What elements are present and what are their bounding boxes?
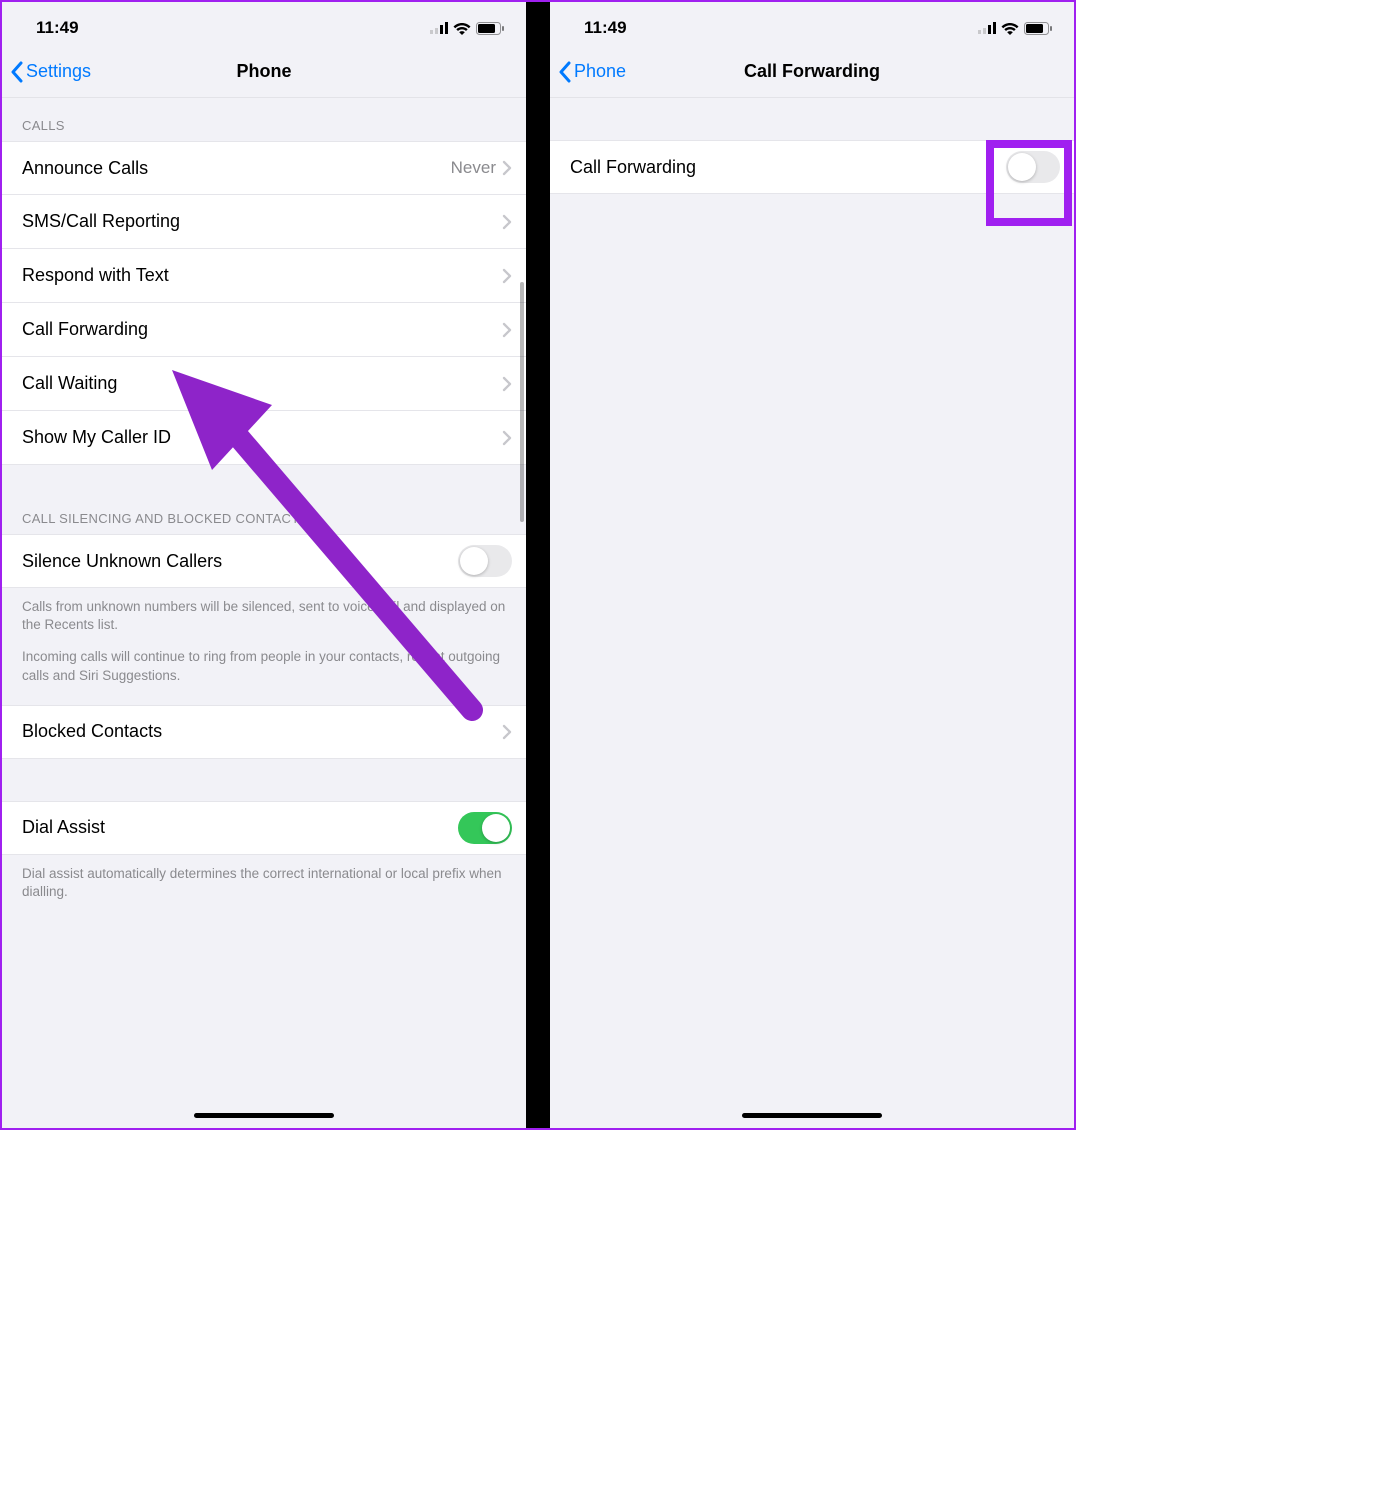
back-label: Settings — [26, 61, 91, 82]
status-bar: 11:49 — [2, 2, 526, 46]
row-announce-calls[interactable]: Announce Calls Never — [2, 141, 526, 195]
row-silence-unknown-callers[interactable]: Silence Unknown Callers — [2, 534, 526, 588]
chevron-right-icon — [502, 376, 512, 392]
group-header-calls: CALLS — [2, 98, 526, 141]
row-call-waiting[interactable]: Call Waiting — [2, 357, 526, 411]
row-call-forwarding[interactable]: Call Forwarding — [2, 303, 526, 357]
status-icons — [978, 22, 1052, 35]
chevron-left-icon — [558, 61, 572, 83]
scrollbar[interactable] — [520, 282, 524, 522]
row-label: Respond with Text — [22, 265, 169, 286]
cellular-signal-icon — [430, 22, 448, 34]
row-label: Call Waiting — [22, 373, 117, 394]
status-bar: 11:49 — [550, 2, 1074, 46]
group-header-silencing: CALL SILENCING AND BLOCKED CONTACTS — [2, 465, 526, 534]
chevron-right-icon — [502, 160, 512, 176]
toggle-silence-unknown[interactable] — [458, 545, 512, 577]
battery-icon — [476, 22, 504, 35]
wifi-icon — [453, 22, 471, 35]
row-value: Never — [451, 158, 502, 178]
row-show-my-caller-id[interactable]: Show My Caller ID — [2, 411, 526, 465]
chevron-left-icon — [10, 61, 24, 83]
status-icons — [430, 22, 504, 35]
row-label: Dial Assist — [22, 817, 105, 838]
row-label: Call Forwarding — [22, 319, 148, 340]
chevron-right-icon — [502, 322, 512, 338]
nav-bar: Phone Call Forwarding — [550, 46, 1074, 98]
row-respond-with-text[interactable]: Respond with Text — [2, 249, 526, 303]
cellular-signal-icon — [978, 22, 996, 34]
row-label: Announce Calls — [22, 158, 148, 179]
group-footer-silence-2: Incoming calls will continue to ring fro… — [2, 634, 526, 694]
group-footer-silence-1: Calls from unknown numbers will be silen… — [2, 588, 526, 634]
annotation-highlight — [986, 140, 1072, 226]
nav-bar: Settings Phone — [2, 46, 526, 98]
toggle-dial-assist[interactable] — [458, 812, 512, 844]
nav-title: Call Forwarding — [550, 61, 1074, 82]
back-label: Phone — [574, 61, 626, 82]
home-indicator[interactable] — [742, 1113, 882, 1118]
back-button[interactable]: Settings — [10, 61, 91, 83]
row-label: Show My Caller ID — [22, 427, 171, 448]
chevron-right-icon — [502, 724, 512, 740]
row-sms-call-reporting[interactable]: SMS/Call Reporting — [2, 195, 526, 249]
status-time: 11:49 — [36, 18, 79, 38]
status-time: 11:49 — [584, 18, 627, 38]
row-dial-assist[interactable]: Dial Assist — [2, 801, 526, 855]
call-forwarding-screen: 11:49 Phone Call Forwarding Call Forward… — [550, 2, 1074, 1128]
chevron-right-icon — [502, 268, 512, 284]
wifi-icon — [1001, 22, 1019, 35]
group-footer-dial-assist: Dial assist automatically determines the… — [2, 855, 526, 901]
row-blocked-contacts[interactable]: Blocked Contacts — [2, 705, 526, 759]
chevron-right-icon — [502, 214, 512, 230]
home-indicator[interactable] — [194, 1113, 334, 1118]
row-label: Call Forwarding — [570, 157, 696, 178]
row-label: Blocked Contacts — [22, 721, 162, 742]
back-button[interactable]: Phone — [558, 61, 626, 83]
chevron-right-icon — [502, 430, 512, 446]
row-label: Silence Unknown Callers — [22, 551, 222, 572]
battery-icon — [1024, 22, 1052, 35]
phone-settings-screen: 11:49 Settings Phone CALLS Announce Call… — [2, 2, 526, 1128]
row-label: SMS/Call Reporting — [22, 211, 180, 232]
